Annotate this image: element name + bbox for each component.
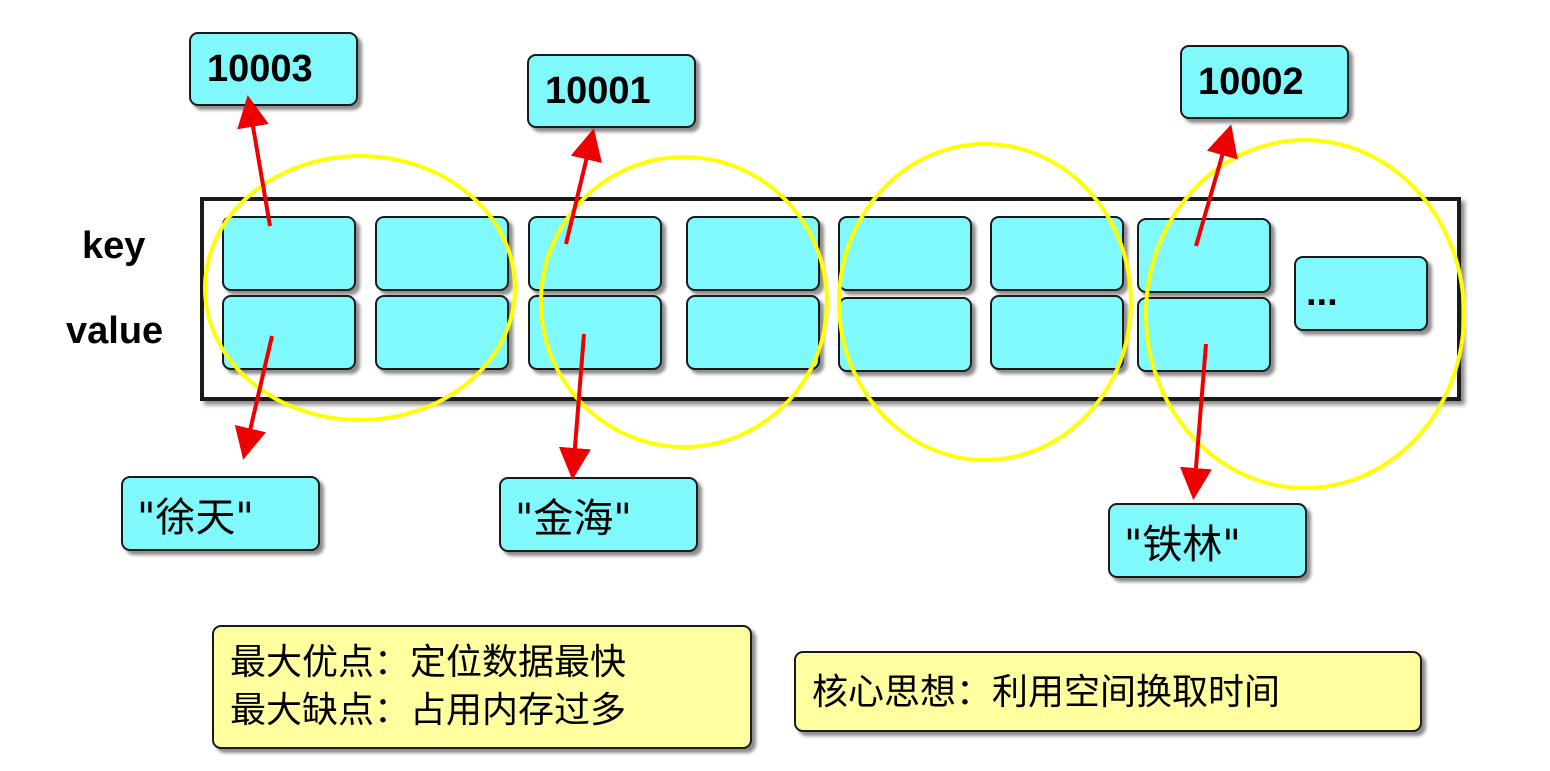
key-cell: [528, 216, 662, 291]
value-cell: [838, 297, 972, 372]
key-cell: [838, 216, 972, 291]
key-box-10003: 10003: [189, 32, 358, 106]
key-cell: [375, 216, 509, 291]
pros-text: 最大优点：定位数据最快: [230, 642, 627, 683]
pros-cons-note: 最大优点：定位数据最快 最大缺点：占用内存过多: [212, 625, 752, 749]
ellipsis-cell: ...: [1294, 256, 1428, 331]
value-box-tielin: "铁林": [1108, 503, 1307, 578]
value-cell: [222, 295, 356, 370]
value-cell: [686, 295, 820, 370]
core-idea-text: 核心思想：利用空间换取时间: [812, 672, 1281, 713]
value-cell: [1137, 297, 1271, 372]
key-box-10002: 10002: [1180, 45, 1349, 119]
value-cell: [990, 295, 1124, 370]
value-box-jinhai: "金海": [499, 477, 698, 552]
key-cell: [222, 216, 356, 291]
key-cell: [990, 216, 1124, 291]
key-box-10001: 10001: [527, 54, 696, 128]
core-idea-note: 核心思想：利用空间换取时间: [794, 651, 1422, 732]
value-cell: [528, 295, 662, 370]
value-label: value: [66, 310, 164, 352]
key-cell: [1137, 218, 1271, 293]
value-cell: [375, 295, 509, 370]
value-box-xutian: "徐天": [121, 476, 320, 551]
key-label: key: [82, 225, 146, 267]
key-cell: [686, 216, 820, 291]
cons-text: 最大缺点：占用内存过多: [230, 690, 627, 731]
